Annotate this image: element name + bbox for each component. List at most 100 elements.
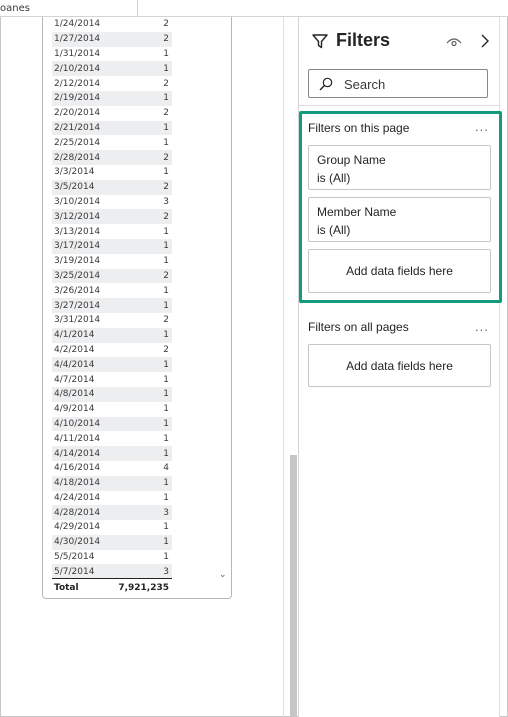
table-row[interactable]: 2/19/2014 1 <box>52 90 172 106</box>
table-row[interactable]: 4/18/2014 1 <box>52 475 172 491</box>
count-cell: 3 <box>163 566 169 577</box>
table-row[interactable]: 4/24/2014 1 <box>52 491 172 506</box>
top-bar-separator <box>137 0 138 17</box>
table-row[interactable]: 1/27/2014 2 <box>52 31 172 47</box>
date-cell: 3/27/2014 <box>54 300 101 311</box>
chevron-down-icon[interactable]: ⌄ <box>219 569 227 580</box>
search-placeholder: Search <box>344 77 386 92</box>
count-cell: 1 <box>163 93 169 104</box>
filters-on-this-page-title: Filters on this page <box>308 121 410 135</box>
count-cell: 1 <box>163 552 169 563</box>
date-cell: 1/31/2014 <box>54 48 101 59</box>
date-cell: 4/24/2014 <box>54 492 101 503</box>
more-options-icon[interactable]: ... <box>475 119 489 134</box>
count-cell: 2 <box>163 211 169 222</box>
table-row[interactable]: 4/30/2014 1 <box>52 534 172 550</box>
date-cell: 4/11/2014 <box>54 433 101 444</box>
table-row[interactable]: 4/11/2014 1 <box>52 431 172 446</box>
count-cell: 1 <box>163 48 169 59</box>
count-cell: 1 <box>163 359 169 370</box>
search-icon <box>319 77 333 91</box>
table-row[interactable]: 4/8/2014 1 <box>52 386 172 402</box>
chevron-right-icon[interactable] <box>479 33 491 49</box>
table-row[interactable]: 4/29/2014 1 <box>52 520 172 535</box>
table-row[interactable]: 2/25/2014 1 <box>52 135 172 150</box>
canvas-scrollbar-thumb[interactable] <box>290 455 297 717</box>
table-row[interactable]: 4/2/2014 2 <box>52 343 172 358</box>
count-cell: 1 <box>163 300 169 311</box>
table-row[interactable]: 3/27/2014 1 <box>52 298 172 313</box>
count-cell: 2 <box>163 344 169 355</box>
table-row[interactable]: 3/26/2014 1 <box>52 283 172 298</box>
date-cell: 3/13/2014 <box>54 226 101 237</box>
table-row[interactable]: 2/20/2014 2 <box>52 106 172 121</box>
date-cell: 4/14/2014 <box>54 448 101 459</box>
table-row[interactable]: 5/5/2014 1 <box>52 550 172 565</box>
count-cell: 1 <box>163 167 169 178</box>
date-cell: 4/18/2014 <box>54 478 101 489</box>
eye-icon[interactable] <box>446 36 462 48</box>
table-row[interactable]: 3/3/2014 1 <box>52 165 172 180</box>
count-cell: 4 <box>163 463 169 474</box>
table-visual[interactable]: 1/24/2014 2 1/27/2014 2 1/31/2014 1 2/10/2014 1… <box>42 17 232 599</box>
table-row[interactable]: 4/14/2014 1 <box>52 446 172 461</box>
count-cell: 3 <box>163 507 169 518</box>
date-cell: 4/28/2014 <box>54 507 101 518</box>
add-data-fields-label: Add data fields here <box>346 264 453 278</box>
table-row[interactable]: 2/12/2014 2 <box>52 76 172 91</box>
table-row[interactable]: 4/16/2014 4 <box>52 461 172 476</box>
panes-tab-label[interactable]: oanes <box>0 3 30 14</box>
more-options-icon[interactable]: ... <box>475 319 489 334</box>
filter-card-group-name[interactable]: Group Name is (All) <box>308 145 491 190</box>
filter-card-state: is (All) <box>317 171 351 185</box>
date-cell: 2/12/2014 <box>54 78 101 89</box>
canvas-divider <box>283 17 284 717</box>
table-row[interactable]: 3/12/2014 2 <box>52 209 172 225</box>
filter-card-member-name[interactable]: Member Name is (All) <box>308 197 491 242</box>
table-row[interactable]: 4/10/2014 1 <box>52 416 172 432</box>
count-cell: 2 <box>163 152 169 163</box>
count-cell: 1 <box>163 226 169 237</box>
table-row[interactable]: 4/28/2014 3 <box>52 505 172 521</box>
table-row[interactable]: 3/5/2014 2 <box>52 179 172 195</box>
date-cell: 5/7/2014 <box>54 566 95 577</box>
date-cell: 2/21/2014 <box>54 122 101 133</box>
filters-pane: Filters Search Filters on this page ... … <box>298 17 502 717</box>
table-row[interactable]: 3/31/2014 2 <box>52 313 172 328</box>
table-row[interactable]: 3/25/2014 2 <box>52 268 172 284</box>
date-cell: 3/3/2014 <box>54 167 95 178</box>
table-row[interactable]: 1/24/2014 2 <box>52 17 172 32</box>
date-cell: 4/10/2014 <box>54 418 101 429</box>
date-cell: 4/16/2014 <box>54 463 101 474</box>
table-row[interactable]: 3/17/2014 1 <box>52 238 172 254</box>
table-row[interactable]: 4/1/2014 1 <box>52 327 172 343</box>
total-label: Total <box>54 582 79 593</box>
date-cell: 1/24/2014 <box>54 19 101 30</box>
count-cell: 1 <box>163 256 169 267</box>
table-row[interactable]: 2/28/2014 2 <box>52 150 172 165</box>
count-cell: 1 <box>163 478 169 489</box>
pane-title: Filters <box>336 30 391 50</box>
date-cell: 2/28/2014 <box>54 152 101 163</box>
date-cell: 4/9/2014 <box>54 404 95 415</box>
table-body[interactable]: 1/24/2014 2 1/27/2014 2 1/31/2014 1 2/10/2014 1… <box>52 17 172 580</box>
table-row[interactable]: 4/4/2014 1 <box>52 357 172 373</box>
add-data-fields-page-dropzone[interactable]: Add data fields here <box>308 249 491 293</box>
table-row[interactable]: 1/31/2014 1 <box>52 47 172 62</box>
add-data-fields-all-dropzone[interactable]: Add data fields here <box>308 344 491 387</box>
table-row[interactable]: 3/19/2014 1 <box>52 254 172 269</box>
count-cell: 1 <box>163 330 169 341</box>
table-row[interactable]: 2/21/2014 1 <box>52 120 172 136</box>
table-row[interactable]: 4/9/2014 1 <box>52 402 172 417</box>
count-cell: 1 <box>163 537 169 548</box>
count-cell: 1 <box>163 122 169 133</box>
table-row[interactable]: 3/10/2014 3 <box>52 195 172 210</box>
table-row[interactable]: 2/10/2014 1 <box>52 61 172 77</box>
search-input[interactable]: Search <box>308 69 488 98</box>
count-cell: 2 <box>163 315 169 326</box>
table-row[interactable]: 4/7/2014 1 <box>52 372 172 387</box>
table-row[interactable]: 3/13/2014 1 <box>52 224 172 239</box>
date-cell: 4/8/2014 <box>54 389 95 400</box>
date-cell: 3/10/2014 <box>54 196 101 207</box>
filter-card-name: Group Name <box>317 153 386 167</box>
